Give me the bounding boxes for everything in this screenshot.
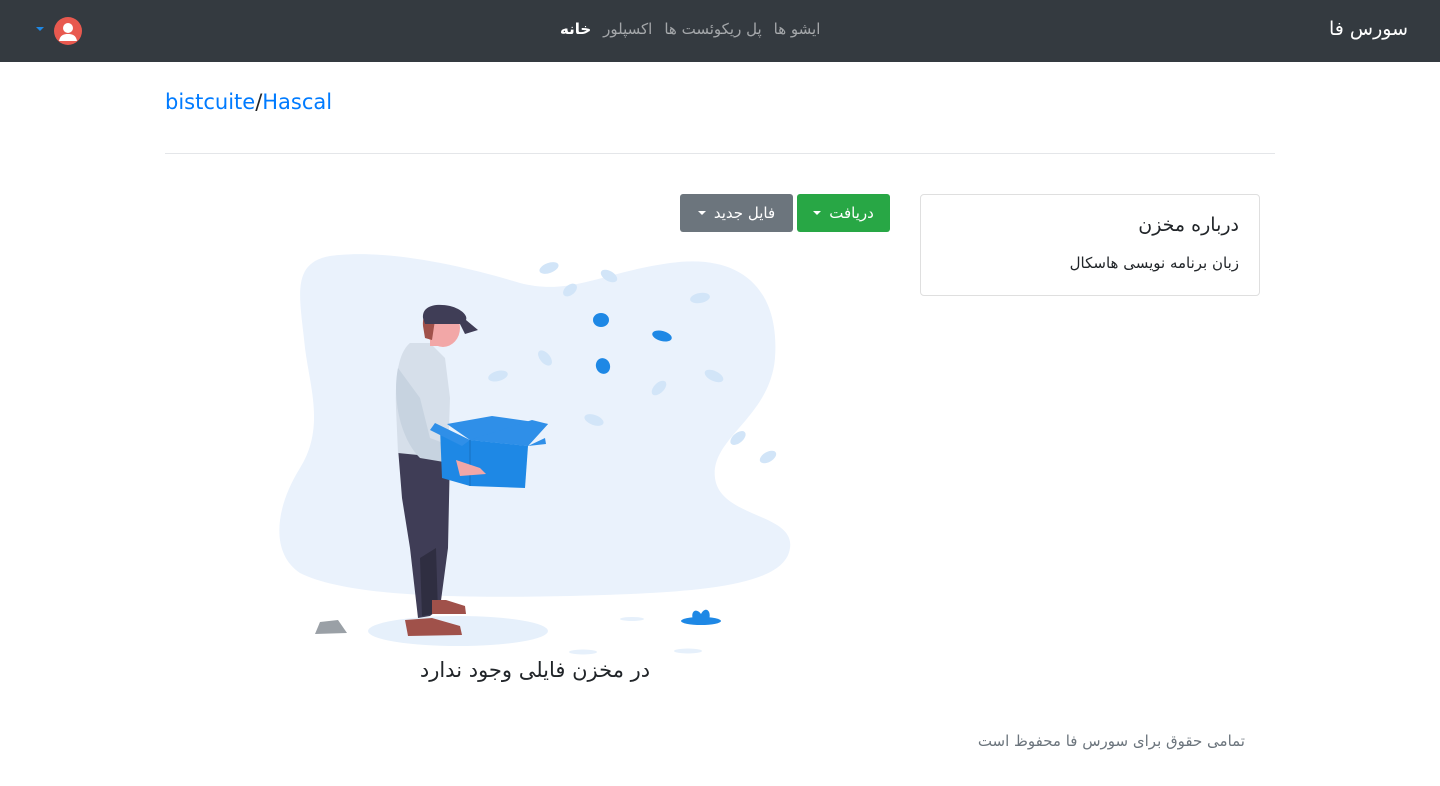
empty-box-illustration: [270, 248, 800, 658]
about-repo-card: درباره مخزن زبان برنامه نویسی هاسکال: [920, 194, 1260, 296]
caret-down-icon: [813, 211, 822, 215]
caret-down-icon: [697, 211, 706, 215]
main-nav: خانه اکسپلور پل ریکوئست ها ایشو ها: [560, 20, 860, 38]
about-repo-title: درباره مخزن: [1138, 214, 1239, 236]
brand-logo[interactable]: سورس فا: [1329, 18, 1408, 40]
user-avatar-icon: [54, 17, 82, 45]
nav-pull-requests[interactable]: پل ریکوئست ها: [664, 20, 761, 38]
user-menu-toggle[interactable]: [34, 17, 86, 45]
repo-owner-link[interactable]: bistcuite: [165, 90, 255, 114]
about-repo-description: زبان برنامه نویسی هاسکال: [1069, 254, 1239, 272]
download-button-label: دریافت: [829, 204, 874, 222]
download-button[interactable]: دریافت: [797, 194, 890, 232]
new-file-button[interactable]: فایل جدید: [680, 194, 793, 232]
caret-down-icon: [36, 27, 44, 31]
repo-breadcrumb: bistcuite/Hascal: [165, 90, 332, 114]
nav-explore[interactable]: اکسپلور: [603, 20, 652, 38]
new-file-button-label: فایل جدید: [713, 204, 776, 222]
nav-issues[interactable]: ایشو ها: [774, 20, 821, 38]
nav-home[interactable]: خانه: [560, 20, 591, 38]
empty-repo-message: در مخزن فایلی وجود ندارد: [419, 658, 651, 682]
footer-copyright: تمامی حقوق برای سورس فا محفوظ است: [977, 732, 1245, 750]
top-navbar: سورس فا خانه اکسپلور پل ریکوئست ها ایشو …: [0, 0, 1440, 62]
header-divider: [165, 153, 1275, 154]
repo-name-link[interactable]: Hascal: [262, 90, 332, 114]
